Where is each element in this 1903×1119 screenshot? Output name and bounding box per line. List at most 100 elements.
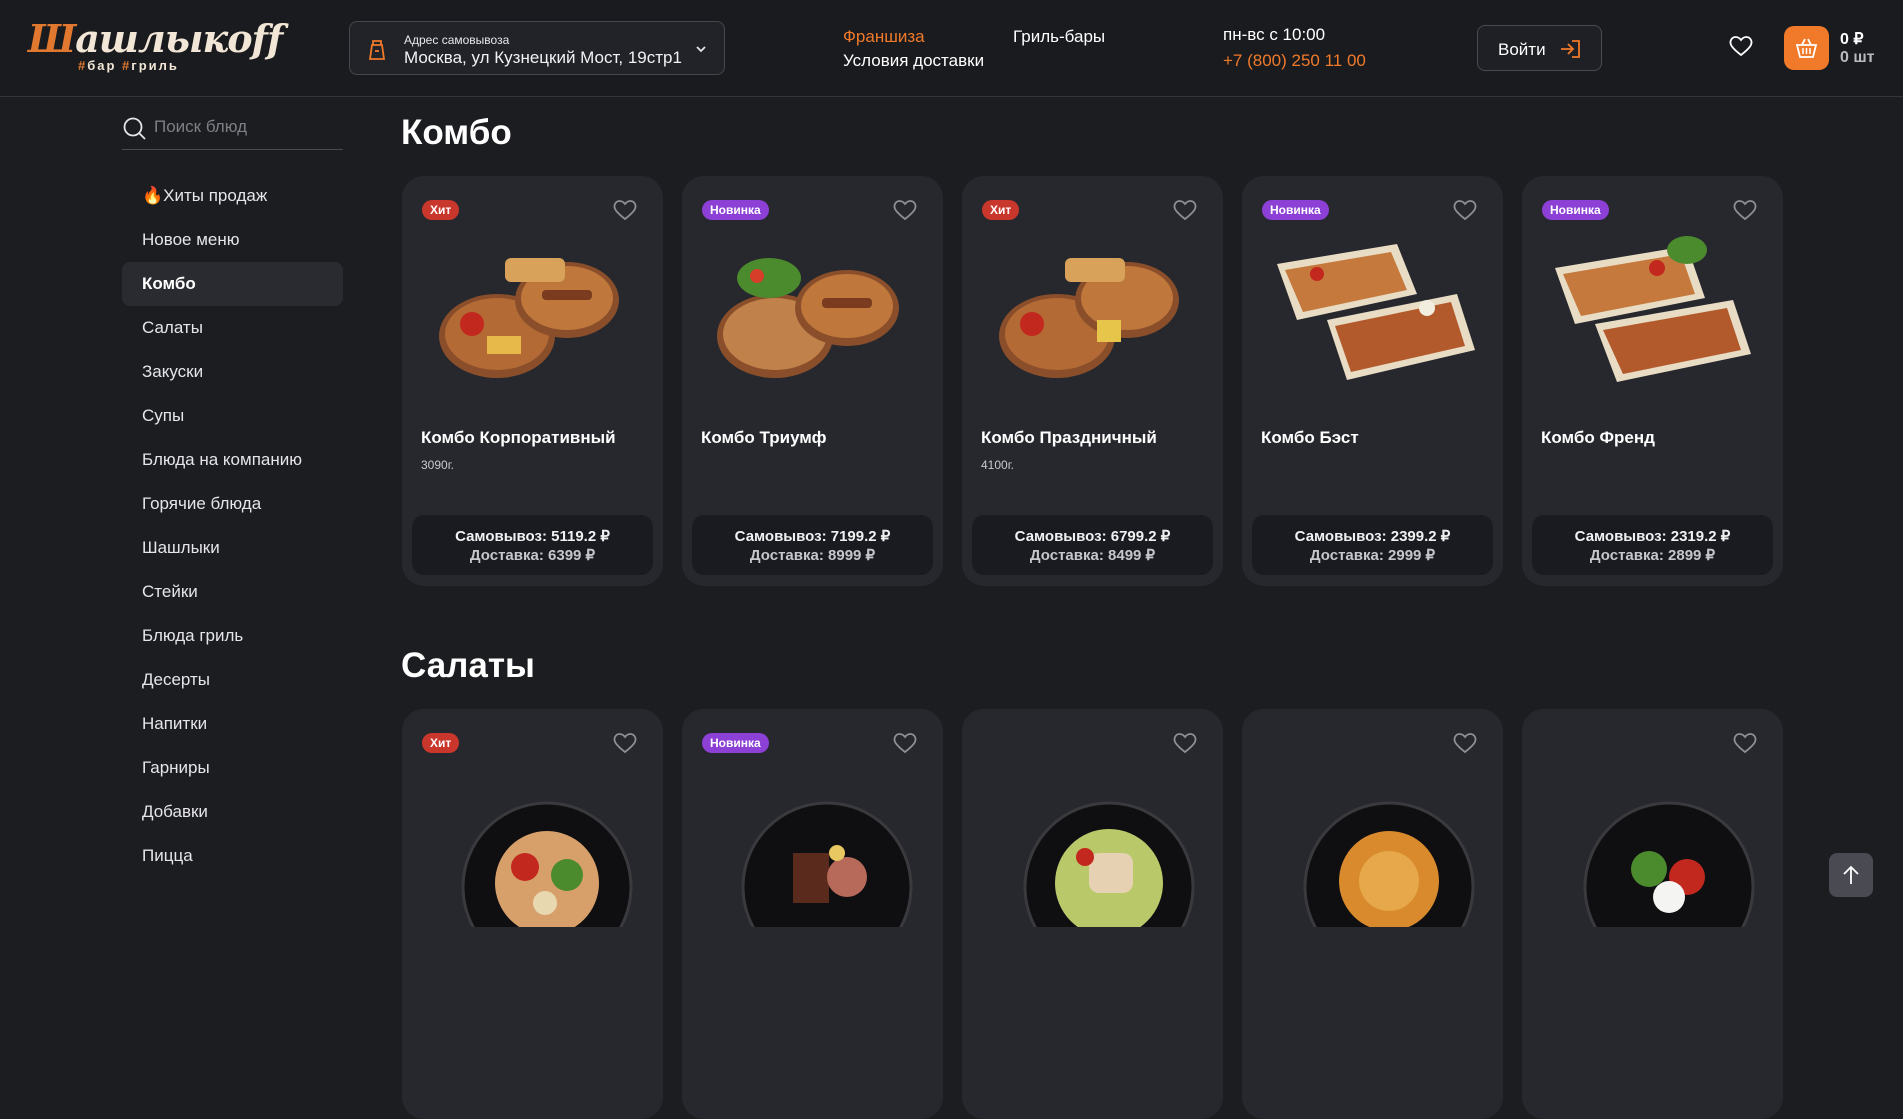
cart-count: 0 шт [1840, 49, 1875, 66]
new-badge: Новинка [702, 733, 769, 753]
product-card[interactable]: Хит Комбо Праздничный 4100г. Самовывоз: … [962, 176, 1223, 586]
category-label: Салаты [142, 318, 203, 337]
category-label: Блюда гриль [142, 626, 244, 645]
favorite-heart-icon[interactable] [892, 198, 918, 222]
product-card[interactable] [1242, 709, 1503, 1119]
favorite-heart-icon[interactable] [612, 731, 638, 755]
pickup-price: Самовывоз: 2399.2 ₽ [1294, 528, 1451, 545]
category-item-snacks[interactable]: Закуски [122, 350, 343, 394]
pickup-price: Самовывоз: 7199.2 ₽ [734, 528, 891, 545]
category-item-combo[interactable]: Комбо [122, 262, 343, 306]
category-item-soups[interactable]: Супы [122, 394, 343, 438]
nav-franchise-link[interactable]: Франшиза [843, 27, 925, 47]
section-title-salads: Салаты [401, 646, 535, 685]
category-label: Напитки [142, 714, 208, 733]
category-item-hits[interactable]: 🔥Хиты продаж [122, 174, 343, 218]
price-block[interactable]: Самовывоз: 6799.2 ₽ Доставка: 8499 ₽ [972, 515, 1213, 575]
category-item-desserts[interactable]: Десерты [122, 658, 343, 702]
favorite-heart-icon[interactable] [1452, 198, 1478, 222]
cart-button[interactable] [1784, 26, 1829, 70]
category-label: Новое меню [142, 230, 240, 249]
working-hours: пн-вс с 10:00 [1223, 25, 1326, 44]
cart-total: 0 ₽ [1840, 31, 1864, 48]
product-card[interactable]: Хит [402, 709, 663, 1119]
price-block[interactable]: Самовывоз: 2399.2 ₽ Доставка: 2999 ₽ [1252, 515, 1493, 575]
category-item-addons[interactable]: Добавки [122, 790, 343, 834]
category-item-pizza[interactable]: Пицца [122, 834, 343, 878]
hit-badge: Хит [982, 200, 1020, 220]
salad-bowl-image [461, 801, 633, 927]
combo-platter-image [999, 258, 1179, 378]
pickup-price: Самовывоз: 6799.2 ₽ [1014, 528, 1171, 545]
price-block[interactable]: Самовывоз: 7199.2 ₽ Доставка: 8999 ₽ [692, 515, 933, 575]
product-card[interactable]: Новинка Комбо Бэст Самовывоз: 2399.2 ₽ Д… [1242, 176, 1503, 586]
favorite-heart-icon[interactable] [612, 198, 638, 222]
pickup-price: Самовывоз: 2319.2 ₽ [1574, 528, 1731, 545]
login-button[interactable]: Войти [1477, 25, 1602, 71]
login-arrow-icon [1561, 40, 1580, 58]
nav-grill-bars-link[interactable]: Гриль-бары [1013, 27, 1105, 47]
hit-badge: Хит [422, 733, 460, 753]
product-name: Комбо Триумф [701, 428, 827, 447]
scroll-to-top-button[interactable] [1829, 853, 1873, 897]
product-card[interactable]: Новинка Комбо Триумф Самовывоз: 7199.2 ₽… [682, 176, 943, 586]
product-name: Комбо Корпоративный [421, 428, 616, 447]
combo-platter-image [439, 258, 619, 378]
section-title-combo: Комбо [401, 113, 512, 152]
category-item-hot-dishes[interactable]: Горячие блюда [122, 482, 343, 526]
category-label: Шашлыки [142, 538, 220, 557]
product-name: Комбо Френд [1541, 428, 1655, 447]
pickup-price: Самовывоз: 5119.2 ₽ [455, 528, 610, 545]
logo-tagline: #бар #гриль [78, 58, 179, 73]
phone-link[interactable]: +7 (800) 250 11 00 [1223, 51, 1366, 71]
price-block[interactable]: Самовывоз: 5119.2 ₽ Доставка: 6399 ₽ [412, 515, 653, 575]
favorites-heart-icon[interactable] [1728, 34, 1754, 58]
pickup-address-selector[interactable]: Адрес самовывоза Москва, ул Кузнецкий Мо… [349, 21, 725, 75]
product-card[interactable]: Новинка Комбо Френд Самовывоз: 2319.2 ₽ … [1522, 176, 1783, 586]
category-label: Закуски [142, 362, 204, 381]
category-label: Добавки [142, 802, 208, 821]
product-card[interactable] [962, 709, 1223, 1119]
new-badge: Новинка [702, 200, 769, 220]
dish-search [122, 108, 343, 150]
search-input[interactable] [154, 117, 334, 137]
category-label: Горячие блюда [142, 494, 262, 513]
favorite-heart-icon[interactable] [892, 731, 918, 755]
salad-bowl-image [1303, 801, 1475, 927]
category-item-sides[interactable]: Гарниры [122, 746, 343, 790]
favorite-heart-icon[interactable] [1732, 198, 1758, 222]
product-card[interactable] [1522, 709, 1783, 1119]
product-card[interactable]: Хит Комбо Корпоративный 3090г. Самовывоз… [402, 176, 663, 586]
nav-delivery-terms-link[interactable]: Условия доставки [843, 51, 984, 71]
price-block[interactable]: Самовывоз: 2319.2 ₽ Доставка: 2899 ₽ [1532, 515, 1773, 575]
logo[interactable]: Шашлыкoff #бар #гриль [28, 16, 283, 76]
arrow-up-icon [1843, 865, 1859, 884]
delivery-price: Доставка: 2899 ₽ [1589, 547, 1716, 564]
category-label: 🔥Хиты продаж [142, 186, 268, 205]
product-weight: 3090г. [421, 458, 454, 472]
pickup-address-value: Москва, ул Кузнецкий Мост, 19стр1 [404, 48, 682, 67]
new-badge: Новинка [1262, 200, 1329, 220]
delivery-price: Доставка: 8999 ₽ [749, 547, 876, 564]
delivery-price: Доставка: 6399 ₽ [469, 547, 596, 564]
salad-bowl-image [1023, 801, 1195, 927]
favorite-heart-icon[interactable] [1172, 198, 1198, 222]
category-item-drinks[interactable]: Напитки [122, 702, 343, 746]
category-item-new-menu[interactable]: Новое меню [122, 218, 343, 262]
product-weight: 4100г. [981, 458, 1014, 472]
product-card[interactable]: Новинка [682, 709, 943, 1119]
favorite-heart-icon[interactable] [1452, 731, 1478, 755]
category-label: Стейки [142, 582, 198, 601]
category-label: Комбо [142, 274, 196, 293]
product-name: Комбо Бэст [1261, 428, 1359, 447]
category-item-grill[interactable]: Блюда гриль [122, 614, 343, 658]
category-item-salads[interactable]: Салаты [122, 306, 343, 350]
delivery-price: Доставка: 2999 ₽ [1309, 547, 1436, 564]
category-item-shashlik[interactable]: Шашлыки [122, 526, 343, 570]
category-item-group-dishes[interactable]: Блюда на компанию [122, 438, 343, 482]
category-item-steaks[interactable]: Стейки [122, 570, 343, 614]
favorite-heart-icon[interactable] [1732, 731, 1758, 755]
favorite-heart-icon[interactable] [1172, 731, 1198, 755]
pickup-address-label: Адрес самовывоза [404, 33, 510, 47]
new-badge: Новинка [1542, 200, 1609, 220]
